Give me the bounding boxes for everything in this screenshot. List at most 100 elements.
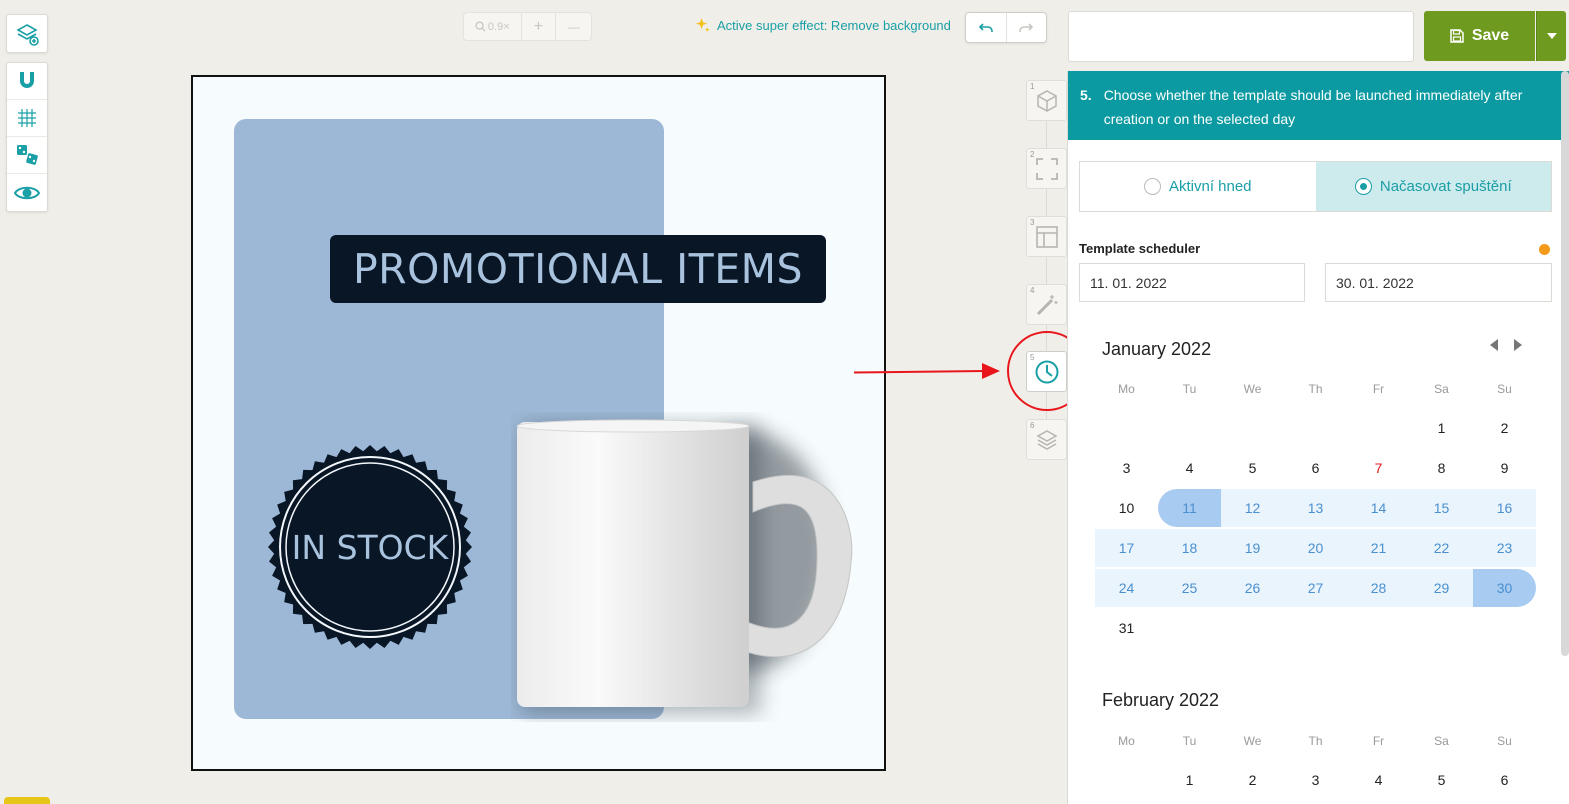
- calendar-day[interactable]: 19: [1221, 529, 1284, 567]
- calendar-day-label: 30: [1496, 580, 1513, 596]
- calendar-day-label: 4: [1374, 772, 1383, 788]
- calendar-day[interactable]: 13: [1284, 489, 1347, 527]
- zoom-in-button[interactable]: +: [522, 13, 557, 40]
- sparkle-icon: [695, 17, 710, 33]
- weekday-header: We: [1243, 382, 1262, 396]
- calendar-day-label: 3: [1122, 460, 1131, 476]
- calendar-day-label: 22: [1433, 540, 1450, 556]
- option-schedule-launch[interactable]: Načasovat spuštění: [1315, 162, 1551, 211]
- calendar-day[interactable]: 4: [1158, 449, 1221, 487]
- calendar-day-label: 7: [1374, 460, 1383, 476]
- step-1-content[interactable]: 1: [1026, 80, 1067, 121]
- calendar-day[interactable]: 26: [1221, 569, 1284, 607]
- weekday-header: Sa: [1434, 382, 1449, 396]
- calendar-day[interactable]: 16: [1473, 489, 1536, 527]
- calendar-day-label: 27: [1307, 580, 1324, 596]
- mug-image[interactable]: [511, 412, 871, 722]
- calendar-day[interactable]: 6: [1284, 449, 1347, 487]
- grid-icon[interactable]: [7, 100, 47, 137]
- calendar-day[interactable]: 31: [1095, 609, 1158, 647]
- calendar-day[interactable]: 5: [1410, 761, 1473, 799]
- option-active-immediately[interactable]: Aktivní hned: [1080, 162, 1316, 211]
- weekday-header: We: [1243, 734, 1262, 748]
- previous-month-icon[interactable]: [1488, 338, 1500, 352]
- step-4-effects[interactable]: 4: [1026, 284, 1067, 325]
- step-instruction: 5. Choose whether the template should be…: [1068, 71, 1569, 140]
- step-6-layers[interactable]: 6: [1026, 419, 1067, 460]
- design-canvas[interactable]: PROMOTIONAL ITEMS IN STOCK: [191, 75, 886, 771]
- calendar-day[interactable]: 6: [1473, 761, 1536, 799]
- save-button[interactable]: Save: [1424, 11, 1535, 61]
- cube-icon: [1036, 89, 1057, 112]
- end-date-input[interactable]: [1325, 263, 1552, 302]
- calendar-day[interactable]: 27: [1284, 569, 1347, 607]
- eye-icon[interactable]: [7, 174, 47, 211]
- dice-icon[interactable]: [7, 137, 47, 174]
- magnet-icon[interactable]: [7, 63, 47, 100]
- calendar-day-label: 18: [1181, 540, 1198, 556]
- step-3-layout[interactable]: 3: [1026, 216, 1067, 257]
- calendar-day-label: 13: [1307, 500, 1324, 516]
- calendar-day[interactable]: 18: [1158, 529, 1221, 567]
- calendar-day-label: 10: [1118, 500, 1135, 516]
- calendar-day[interactable]: 8: [1410, 449, 1473, 487]
- calendar-day[interactable]: 10: [1095, 489, 1158, 527]
- panel-scrollbar[interactable]: [1561, 71, 1569, 656]
- calendar-day[interactable]: 21: [1347, 529, 1410, 567]
- calendar-day[interactable]: 30: [1473, 569, 1536, 607]
- calendar-day-label: 15: [1433, 500, 1450, 516]
- calendar-day[interactable]: 12: [1221, 489, 1284, 527]
- calendar-day[interactable]: 20: [1284, 529, 1347, 567]
- calendar-day[interactable]: 28: [1347, 569, 1410, 607]
- calendar-day-label: 1: [1185, 772, 1194, 788]
- calendar-day[interactable]: 25: [1158, 569, 1221, 607]
- calendar-day[interactable]: 1: [1410, 409, 1473, 447]
- template-name-input[interactable]: [1068, 11, 1414, 62]
- calendar-day-label: 2: [1248, 772, 1257, 788]
- calendar-day[interactable]: 4: [1347, 761, 1410, 799]
- step-instruction-number: 5.: [1080, 87, 1092, 103]
- annotation-arrow: [853, 363, 1000, 379]
- calendar-day[interactable]: 24: [1095, 569, 1158, 607]
- calendar-day-label: 4: [1185, 460, 1194, 476]
- calendar-day[interactable]: 23: [1473, 529, 1536, 567]
- step-number: 6: [1030, 421, 1035, 430]
- add-layer-toolbar: [6, 14, 48, 53]
- active-effect-indicator[interactable]: Active super effect: Remove background: [694, 17, 951, 34]
- calendar-day-label: 8: [1437, 460, 1446, 476]
- calendar-day[interactable]: 9: [1473, 449, 1536, 487]
- radio-checked-icon: [1354, 178, 1372, 195]
- badge-text[interactable]: IN STOCK: [267, 444, 473, 650]
- calendar-day[interactable]: 3: [1095, 449, 1158, 487]
- step-2-size[interactable]: 2: [1026, 148, 1067, 189]
- calendar-day-label: 6: [1500, 772, 1509, 788]
- calendar-day[interactable]: 7: [1347, 449, 1410, 487]
- save-options-dropdown[interactable]: [1536, 11, 1566, 61]
- layers-add-icon[interactable]: [7, 15, 47, 52]
- calendar-day[interactable]: 2: [1221, 761, 1284, 799]
- calendar-month-title: January 2022: [1102, 339, 1212, 359]
- calendar-day-label: 1: [1437, 420, 1446, 436]
- calendar-day[interactable]: 3: [1284, 761, 1347, 799]
- start-date-input[interactable]: [1079, 263, 1305, 302]
- calendar-day[interactable]: 2: [1473, 409, 1536, 447]
- calendar-day[interactable]: 17: [1095, 529, 1158, 567]
- calendar-day[interactable]: 11: [1158, 489, 1221, 527]
- calendar-day-label: 20: [1307, 540, 1324, 556]
- calendar-day[interactable]: 15: [1410, 489, 1473, 527]
- launch-mode-toggle: Aktivní hned Načasovat spuštění: [1079, 161, 1552, 212]
- calendar-day[interactable]: 1: [1158, 761, 1221, 799]
- calendar-day[interactable]: 29: [1410, 569, 1473, 607]
- help-tab[interactable]: [4, 797, 50, 804]
- next-month-icon[interactable]: [1512, 338, 1524, 352]
- calendar-day[interactable]: 22: [1410, 529, 1473, 567]
- zoom-level[interactable]: 0.9×: [464, 13, 522, 40]
- headline-text[interactable]: PROMOTIONAL ITEMS: [330, 235, 826, 303]
- calendar-day[interactable]: 5: [1221, 449, 1284, 487]
- redo-button[interactable]: [1007, 13, 1047, 42]
- weekday-header: Th: [1308, 382, 1323, 396]
- undo-button[interactable]: [966, 13, 1007, 42]
- zoom-out-button[interactable]: —: [556, 13, 591, 40]
- tools-toolbar: [6, 62, 48, 212]
- calendar-day[interactable]: 14: [1347, 489, 1410, 527]
